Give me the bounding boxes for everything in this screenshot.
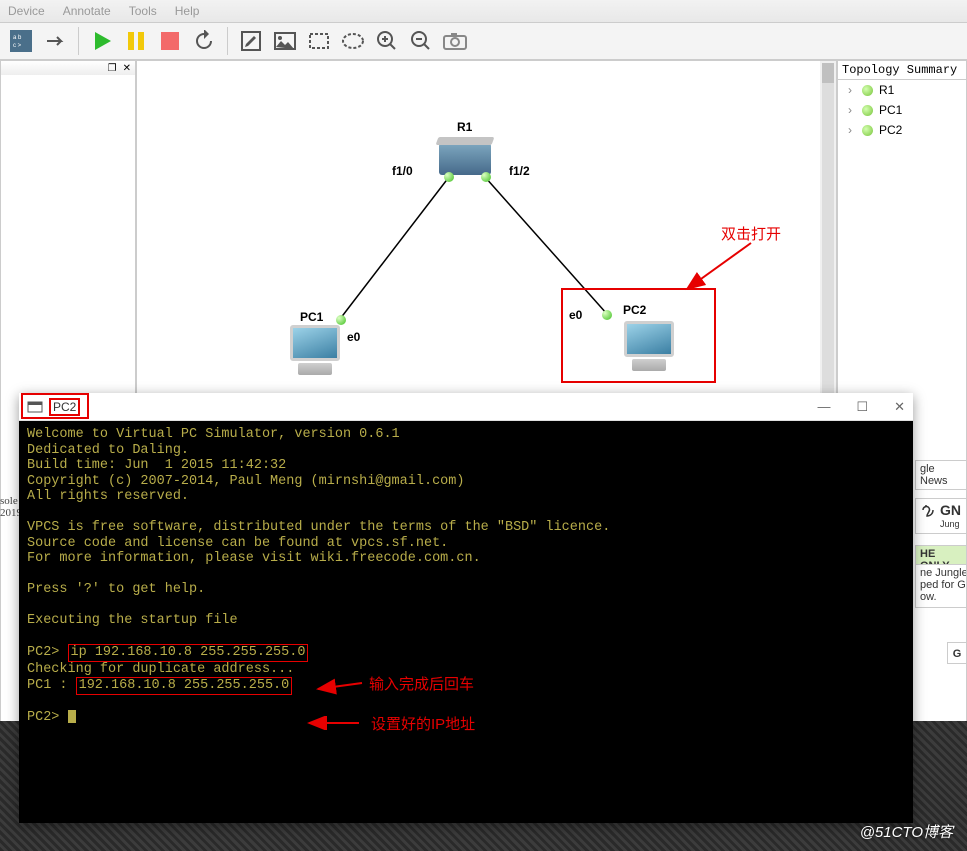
zoom-in-icon[interactable] (373, 27, 401, 55)
watermark: @51CTO博客 (860, 821, 953, 842)
tree-node-pc1[interactable]: ›PC1 (838, 100, 966, 120)
reload-icon[interactable] (190, 27, 218, 55)
cursor-icon (68, 710, 76, 723)
minimize-icon[interactable]: — (817, 399, 830, 415)
annotation-box-tab (21, 393, 89, 419)
close-icon[interactable]: ✕ (894, 399, 905, 415)
menu-annotate[interactable]: Annotate (63, 4, 111, 18)
chevron-right-icon[interactable]: › (844, 123, 856, 137)
pc1-node[interactable] (290, 325, 340, 375)
menu-help[interactable]: Help (175, 4, 200, 18)
menu-tools[interactable]: Tools (129, 4, 157, 18)
annotation-enter: 输入完成后回车 (369, 673, 474, 694)
status-dot-icon (862, 105, 873, 116)
tree-node-pc2[interactable]: ›PC2 (838, 120, 966, 140)
annotation-box-cmd: ip 192.168.10.8 255.255.255.0 (68, 644, 309, 662)
pause-icon[interactable] (122, 27, 150, 55)
chevron-right-icon[interactable]: › (844, 83, 856, 97)
edit-icon[interactable] (237, 27, 265, 55)
menu-bar: Device Annotate Tools Help (0, 0, 967, 22)
console-icon[interactable]: a b c > (7, 27, 35, 55)
arrow-icon (312, 677, 367, 697)
link-dot (444, 172, 454, 182)
terminal-prompt: PC2> (27, 710, 68, 725)
svg-text:c >: c > (13, 43, 22, 49)
image-icon[interactable] (271, 27, 299, 55)
topology-links (137, 61, 837, 381)
chevron-right-icon[interactable]: › (844, 103, 856, 117)
next-icon[interactable] (41, 27, 69, 55)
svg-text:a b: a b (13, 35, 22, 41)
camera-icon[interactable] (441, 27, 469, 55)
panel-controls[interactable]: ❐ ✕ (1, 61, 135, 75)
pc1-port: e0 (347, 330, 360, 344)
snake-icon (920, 501, 938, 519)
gn-box-frag: GN Jung (915, 498, 967, 534)
annotation-ip-set: 设置好的IP地址 (371, 713, 475, 734)
detach-icon[interactable]: ❐ (108, 63, 117, 74)
ellipse-select-icon[interactable] (339, 27, 367, 55)
tree-node-r1[interactable]: ›R1 (838, 80, 966, 100)
terminal-window: PC2 — ☐ ✕ Welcome to Virtual PC Simulato… (19, 393, 913, 823)
close-icon[interactable]: ✕ (123, 63, 131, 74)
link-dot (481, 172, 491, 182)
pc1-label: PC1 (300, 310, 323, 324)
toolbar: a b c > (0, 22, 967, 60)
rect-select-icon[interactable] (305, 27, 333, 55)
annotation-box-result: 192.168.10.8 255.255.255.0 (76, 677, 293, 695)
jungle-frag: ne Jungle h ped for GNS ow. (915, 564, 967, 608)
status-dot-icon (862, 125, 873, 136)
terminal-body[interactable]: Welcome to Virtual PC Simulator, version… (19, 421, 913, 823)
annotation-box-pc2 (561, 288, 716, 383)
link-dot (336, 315, 346, 325)
news-banner-frag: gle News (915, 460, 967, 490)
zoom-out-icon[interactable] (407, 27, 435, 55)
menu-device[interactable]: Device (8, 4, 45, 18)
terminal-prompt: PC2> (27, 645, 59, 660)
arrow-icon (679, 239, 759, 299)
panel-title: Topology Summary (838, 61, 966, 80)
go-button-frag[interactable]: G (947, 642, 967, 664)
maximize-icon[interactable]: ☐ (856, 399, 868, 415)
status-dot-icon (862, 85, 873, 96)
arrow-icon (304, 716, 364, 730)
stop-icon[interactable] (156, 27, 184, 55)
play-icon[interactable] (88, 27, 116, 55)
title-bar[interactable]: PC2 — ☐ ✕ (19, 393, 913, 421)
